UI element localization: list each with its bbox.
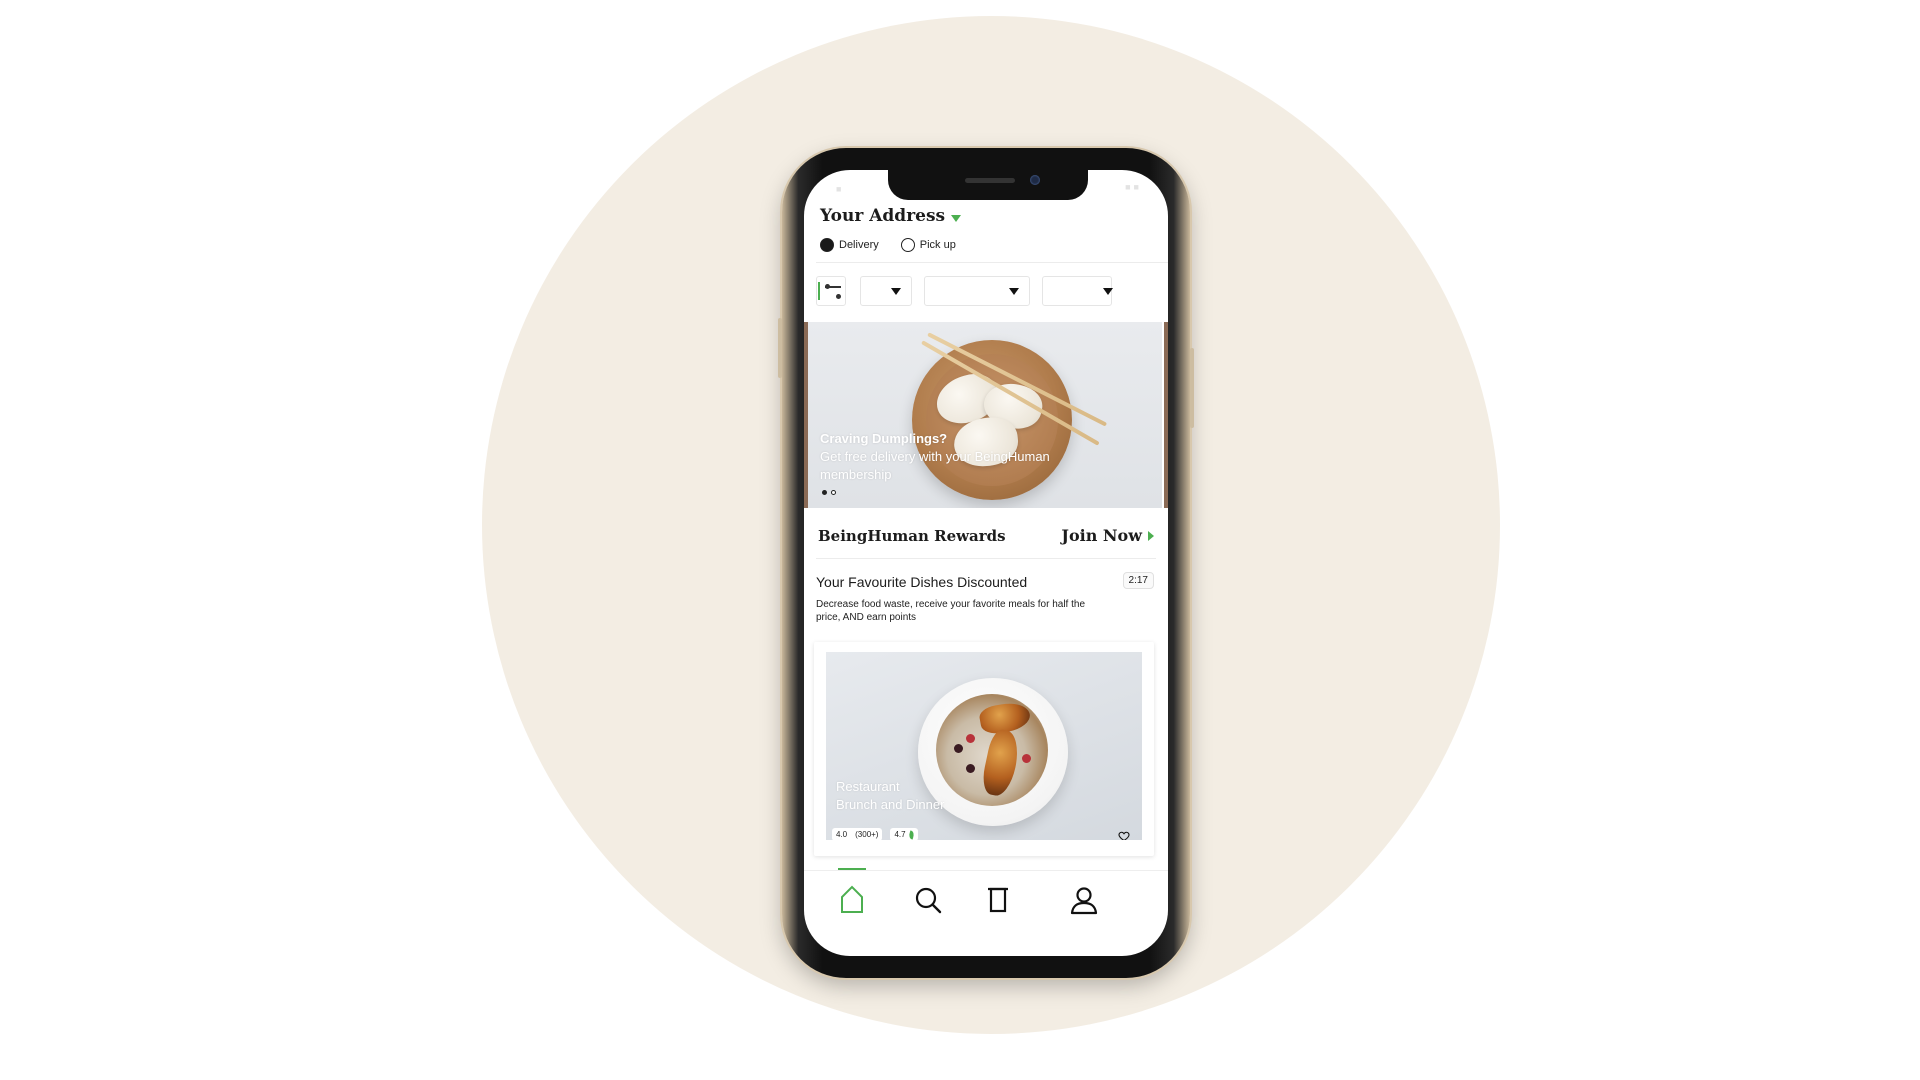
berry [1022, 754, 1031, 763]
volume-button [778, 318, 782, 378]
join-now-link[interactable]: Join Now [1061, 526, 1154, 545]
home-icon[interactable] [834, 882, 870, 918]
address-selector[interactable]: Your Address [820, 206, 962, 226]
dish-card[interactable]: Restaurant Brunch and Dinner 4.0 (300+) … [814, 642, 1154, 856]
status-time: ■ [836, 184, 842, 194]
caret-down-icon [1009, 288, 1019, 295]
delivery-option[interactable]: Delivery [820, 238, 879, 252]
radio-unselected-icon [900, 238, 915, 252]
divider [804, 870, 1168, 871]
filter-dropdown-3[interactable] [1042, 276, 1113, 306]
dish-caption: Restaurant Brunch and Dinner [836, 778, 944, 814]
berry [966, 764, 975, 773]
caret-down-icon [891, 288, 901, 295]
power-button [1190, 348, 1194, 428]
banner-line: membership [820, 467, 892, 482]
radio-selected-icon [820, 238, 834, 252]
notch [888, 170, 1088, 200]
camera [1030, 175, 1040, 185]
status-icons: ■■ [1125, 182, 1142, 192]
promo-banner[interactable]: Craving Dumplings? Get free delivery wit… [808, 322, 1162, 508]
app-screen: ■ ■■ Your Address Delivery Pick up Cravi… [804, 170, 1168, 956]
section-description: Decrease food waste, receive your favori… [816, 599, 1086, 623]
delivery-label: Delivery [839, 239, 879, 251]
leaf-icon [907, 829, 915, 840]
carousel-dot[interactable] [831, 490, 836, 495]
dish-meta: 4.0 (300+) 4.7 [832, 828, 926, 840]
banner-text: Craving Dumplings? Get free delivery wit… [820, 430, 1050, 484]
review-count: (300+) [855, 830, 879, 839]
fruit-slice [979, 727, 1023, 799]
phone-frame: ■ ■■ Your Address Delivery Pick up Cravi… [778, 148, 1194, 978]
pickup-option[interactable]: Pick up [900, 238, 956, 252]
join-now-label: Join Now [1061, 526, 1142, 545]
rewards-row: BeingHuman Rewards Join Now [818, 526, 1154, 545]
eco-rating-chip: 4.7 [890, 828, 918, 840]
rewards-title: BeingHuman Rewards [818, 526, 1006, 545]
filter-accent [818, 282, 820, 300]
carousel-dot-active[interactable] [822, 490, 827, 495]
filter-dropdown-1[interactable] [860, 276, 912, 306]
restaurant-name: Restaurant [836, 779, 900, 794]
bottom-tab-bar [804, 882, 1168, 922]
filter-dropdown-2[interactable] [924, 276, 1030, 306]
user-icon[interactable] [1066, 882, 1102, 918]
search-icon[interactable] [910, 882, 946, 918]
berry [966, 734, 975, 743]
slider-knob [825, 284, 830, 289]
section-title: Your Favourite Dishes Discounted [816, 574, 1028, 590]
banner-line: Get free delivery with your BeingHuman [820, 449, 1050, 464]
rating-value: 4.0 [836, 830, 848, 839]
filter-button[interactable] [816, 276, 846, 306]
rating-chip: 4.0 (300+) [832, 828, 883, 840]
carousel-dots [822, 490, 840, 495]
divider [816, 558, 1156, 559]
countdown-timer: 2:17 [1122, 572, 1154, 589]
bag-icon[interactable] [980, 882, 1016, 918]
address-title: Your Address [820, 206, 946, 226]
eco-rating-value: 4.7 [894, 830, 906, 839]
chevron-right-icon [1148, 530, 1154, 541]
slider-knob [836, 294, 841, 299]
berry [954, 744, 963, 753]
filter-bar [816, 276, 1113, 306]
chevron-down-icon [951, 214, 962, 222]
dish-image: Restaurant Brunch and Dinner 4.0 (300+) … [826, 652, 1142, 840]
pickup-label: Pick up [919, 239, 956, 251]
divider [816, 262, 1168, 263]
restaurant-category: Brunch and Dinner [836, 797, 945, 812]
carousel-next-peek [1164, 322, 1168, 508]
heart-icon[interactable] [1118, 830, 1130, 840]
banner-headline: Craving Dumplings? [820, 431, 948, 446]
bowl-food [936, 694, 1048, 806]
caret-down-icon [1103, 288, 1113, 295]
delivery-mode-selector: Delivery Pick up [820, 238, 978, 252]
speaker [965, 178, 1015, 183]
